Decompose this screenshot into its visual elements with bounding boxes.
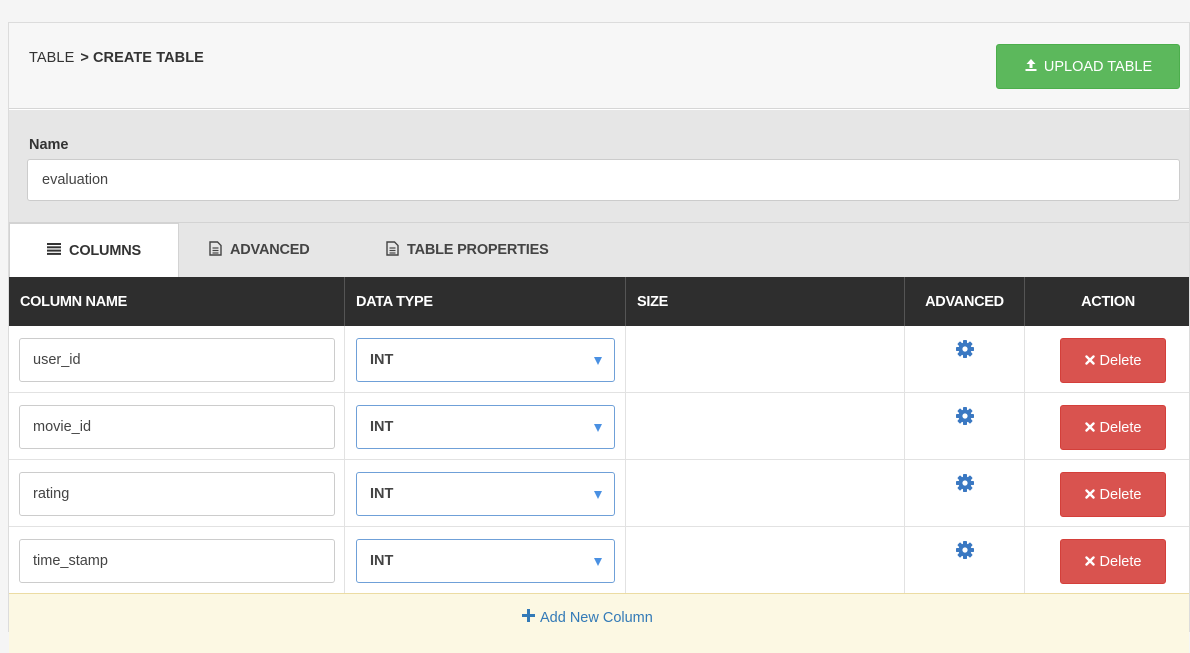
delete-label: Delete — [1099, 486, 1142, 503]
delete-label: Delete — [1099, 352, 1142, 369]
upload-table-label: UPLOAD TABLE — [1043, 58, 1153, 75]
delete-column-button[interactable]: Delete — [1060, 338, 1166, 383]
upload-table-button[interactable]: UPLOAD TABLE — [996, 44, 1180, 89]
caret-down-icon — [594, 357, 602, 365]
data-type-select[interactable]: INT — [356, 539, 615, 583]
header-column-name: COLUMN NAME — [9, 277, 345, 326]
close-icon — [1084, 353, 1095, 369]
list-icon — [47, 242, 62, 259]
delete-label: Delete — [1099, 419, 1142, 436]
create-table-panel: TABLE >CREATE TABLE UPLOAD TABLE Name COL… — [8, 22, 1190, 653]
name-section: Name — [9, 110, 1189, 223]
delete-column-button[interactable]: Delete — [1060, 539, 1166, 584]
table-row: INT Delete — [9, 326, 1189, 393]
add-column-row: Add New Column — [9, 593, 1189, 653]
header-advanced: ADVANCED — [905, 277, 1025, 326]
gear-icon[interactable] — [954, 472, 976, 494]
header-data-type: DATA TYPE — [345, 277, 626, 326]
data-type-value: INT — [370, 486, 394, 502]
caret-down-icon — [594, 424, 602, 432]
table-row: INT Delete — [9, 460, 1189, 527]
close-icon — [1084, 554, 1095, 570]
data-type-select[interactable]: INT — [356, 338, 615, 382]
header-action: ACTION — [1081, 293, 1135, 310]
gear-icon[interactable] — [954, 338, 976, 360]
column-name-input[interactable] — [19, 539, 335, 583]
gear-icon[interactable] — [954, 539, 976, 561]
data-type-value: INT — [370, 352, 394, 368]
tab-columns-label: COLUMNS — [69, 242, 141, 259]
caret-down-icon — [594, 558, 602, 566]
data-type-value: INT — [370, 553, 394, 569]
delete-column-button[interactable]: Delete — [1060, 405, 1166, 450]
breadcrumb-parent[interactable]: TABLE — [29, 50, 74, 66]
panel-header: TABLE > CREATE TABLE UPLOAD TABLE — [9, 23, 1189, 109]
tab-table-properties[interactable]: TABLE PROPERTIES — [386, 223, 549, 277]
tab-advanced[interactable]: ADVANCED — [209, 223, 310, 277]
breadcrumb-separator: > — [80, 50, 89, 66]
plus-icon — [522, 609, 535, 626]
data-type-value: INT — [370, 419, 394, 435]
tab-columns[interactable]: COLUMNS — [9, 223, 179, 277]
table-name-input[interactable] — [27, 159, 1180, 201]
cell-size — [626, 393, 905, 460]
cell-size — [626, 326, 905, 393]
tabs-bar: COLUMNS ADVANCED TABLE PROPERTIES — [9, 223, 1189, 277]
add-new-column-label: Add New Column — [540, 609, 653, 626]
tab-table-properties-label: TABLE PROPERTIES — [407, 242, 549, 258]
table-row: INT Delete — [9, 527, 1189, 594]
tab-advanced-label: ADVANCED — [230, 242, 310, 258]
add-new-column-link[interactable]: Add New Column — [522, 609, 653, 626]
table-row: INT Delete — [9, 393, 1189, 460]
breadcrumb-current: CREATE TABLE — [92, 50, 204, 66]
name-label: Name — [29, 137, 69, 153]
data-type-select[interactable]: INT — [356, 405, 615, 449]
document-icon — [386, 240, 399, 260]
breadcrumb: TABLE > CREATE TABLE — [29, 50, 204, 66]
delete-label: Delete — [1099, 553, 1142, 570]
close-icon — [1084, 487, 1095, 503]
cell-size — [626, 460, 905, 527]
data-type-select[interactable]: INT — [356, 472, 615, 516]
cell-size — [626, 527, 905, 594]
delete-column-button[interactable]: Delete — [1060, 472, 1166, 517]
column-name-input[interactable] — [19, 405, 335, 449]
header-size: SIZE — [626, 277, 905, 326]
document-icon — [209, 240, 222, 260]
caret-down-icon — [594, 491, 602, 499]
table-header: COLUMN NAME DATA TYPE SIZE ADVANCED ACTI… — [9, 277, 1189, 326]
column-name-input[interactable] — [19, 472, 335, 516]
close-icon — [1084, 420, 1095, 436]
upload-icon — [1024, 58, 1038, 76]
column-name-input[interactable] — [19, 338, 335, 382]
gear-icon[interactable] — [954, 405, 976, 427]
